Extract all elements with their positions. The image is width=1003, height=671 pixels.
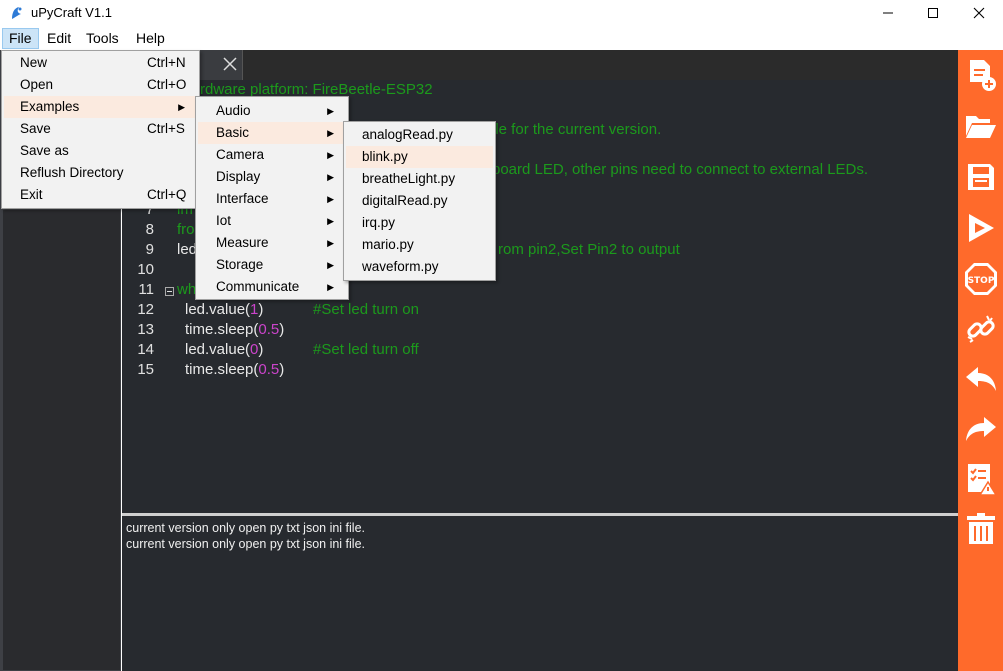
line-number: 10 [137, 261, 154, 278]
syntax-check-icon [968, 464, 997, 496]
line-number: 11 [138, 281, 154, 298]
new-file-button[interactable] [962, 56, 1000, 94]
menu-item-measure[interactable]: Measure ▶ [198, 232, 346, 254]
undo-icon [966, 367, 996, 391]
syntax-check-button[interactable] [962, 460, 1000, 498]
code-fragment: ble for the current version. [487, 121, 662, 138]
line-number: 9 [145, 241, 154, 258]
menu-item-digitalread[interactable]: digitalRead.py [346, 190, 493, 212]
submenu-arrow-icon: ▶ [327, 194, 334, 204]
title-bar: uPyCraft V1.1 [0, 0, 1003, 26]
code-fragment: rom pin2,Set Pin2 to output [498, 241, 680, 258]
code-fragment: fro [177, 221, 195, 238]
download-run-icon [969, 214, 994, 242]
submenu-arrow-icon: ▶ [178, 102, 185, 112]
code-fragment: board LED, other pins need to connect to… [492, 161, 869, 178]
submenu-arrow-icon: ▶ [327, 216, 334, 226]
submenu-arrow-icon: ▶ [327, 106, 334, 116]
file-tree-area[interactable] [3, 210, 120, 670]
menu-item-waveform[interactable]: waveform.py [346, 256, 493, 278]
clear-button[interactable] [962, 510, 1000, 548]
menu-file[interactable]: File [2, 28, 39, 49]
code-line: time.sleep(0.5) [185, 361, 285, 378]
right-toolbar: STOP [958, 50, 1003, 671]
redo-icon [966, 417, 996, 441]
tab-close-icon[interactable] [222, 56, 238, 72]
menu-item-exit[interactable]: Exit Ctrl+Q [4, 184, 197, 206]
menu-item-iot[interactable]: Iot ▶ [198, 210, 346, 232]
open-folder-icon [966, 116, 996, 138]
terminal-line: current version only open py txt json in… [126, 537, 366, 551]
line-number: 14 [137, 341, 154, 358]
code-fragment: wh [177, 281, 197, 298]
line-number: 15 [137, 361, 154, 378]
menu-item-reflush-directory[interactable]: Reflush Directory [4, 162, 197, 184]
menu-item-irq[interactable]: irq.py [346, 212, 493, 234]
line-number: 12 [137, 301, 154, 318]
clear-icon [967, 513, 995, 544]
save-icon [968, 164, 994, 190]
submenu-arrow-icon: ▶ [327, 150, 334, 160]
undo-button[interactable] [962, 360, 1000, 398]
menu-item-interface[interactable]: Interface ▶ [198, 188, 346, 210]
line-number: 8 [145, 221, 154, 238]
code-comment: #Set led turn off [313, 341, 419, 358]
terminal-output[interactable]: current version only open py txt json in… [122, 516, 958, 671]
menu-item-examples[interactable]: Examples ▶ [4, 96, 197, 118]
line-number: 13 [137, 321, 154, 338]
menu-edit[interactable]: Edit [41, 29, 77, 48]
menu-item-display[interactable]: Display ▶ [198, 166, 346, 188]
stop-icon: STOP [965, 263, 997, 295]
download-run-button[interactable] [962, 209, 1000, 247]
window-title: uPyCraft V1.1 [31, 5, 112, 20]
menu-item-communicate[interactable]: Communicate ▶ [198, 276, 346, 298]
svg-text:STOP: STOP [968, 276, 995, 286]
app-logo-icon [12, 7, 22, 19]
terminal-line: current version only open py txt json in… [126, 521, 366, 535]
maximize-icon [928, 8, 938, 18]
open-file-button[interactable] [962, 107, 1000, 145]
menu-help[interactable]: Help [130, 29, 171, 48]
menu-item-open[interactable]: Open Ctrl+O [4, 74, 197, 96]
save-button[interactable] [962, 158, 1000, 196]
close-icon [973, 7, 985, 19]
maximize-button[interactable] [910, 0, 956, 26]
menu-item-basic[interactable]: Basic ▶ [198, 122, 346, 144]
new-file-icon [970, 60, 996, 91]
menu-item-analogread[interactable]: analogRead.py [346, 124, 493, 146]
menu-item-blink[interactable]: blink.py [346, 146, 493, 168]
submenu-arrow-icon: ▶ [327, 260, 334, 270]
menu-tools[interactable]: Tools [80, 29, 125, 48]
menu-item-save-as[interactable]: Save as [4, 140, 197, 162]
submenu-arrow-icon: ▶ [327, 128, 334, 138]
editor-tab-bar: y [122, 50, 958, 80]
submenu-arrow-icon: ▶ [327, 238, 334, 248]
connect-icon [967, 315, 995, 343]
minimize-icon [883, 12, 893, 14]
menu-bar: File Edit Tools Help [0, 26, 1003, 51]
file-menu-dropdown: New Ctrl+N Open Ctrl+O Examples ▶ Save Ctrl+… [1, 50, 200, 209]
code-line: time.sleep(0.5) [185, 321, 285, 338]
fold-icon[interactable] [165, 287, 174, 296]
redo-button[interactable] [962, 410, 1000, 448]
submenu-arrow-icon: ▶ [327, 172, 334, 182]
minimize-button[interactable] [865, 0, 911, 26]
stop-button[interactable]: STOP [962, 260, 1000, 298]
connect-button[interactable] [962, 310, 1000, 348]
code-comment: #Set led turn on [313, 301, 419, 318]
code-line: led.value(0) [185, 341, 264, 358]
menu-item-audio[interactable]: Audio ▶ [198, 100, 346, 122]
basic-submenu: analogRead.py blink.py breatheLight.py d… [343, 121, 496, 281]
submenu-arrow-icon: ▶ [327, 282, 334, 292]
examples-submenu: Audio ▶ Basic ▶ Camera ▶ Display ▶ Interface… [195, 96, 349, 300]
menu-item-mario[interactable]: mario.py [346, 234, 493, 256]
menu-item-breathelight[interactable]: breatheLight.py [346, 168, 493, 190]
code-line: led.value(1) [185, 301, 264, 318]
close-window-button[interactable] [956, 0, 1002, 26]
menu-item-storage[interactable]: Storage ▶ [198, 254, 346, 276]
menu-item-new[interactable]: New Ctrl+N [4, 52, 197, 74]
menu-item-camera[interactable]: Camera ▶ [198, 144, 346, 166]
menu-item-save[interactable]: Save Ctrl+S [4, 118, 197, 140]
